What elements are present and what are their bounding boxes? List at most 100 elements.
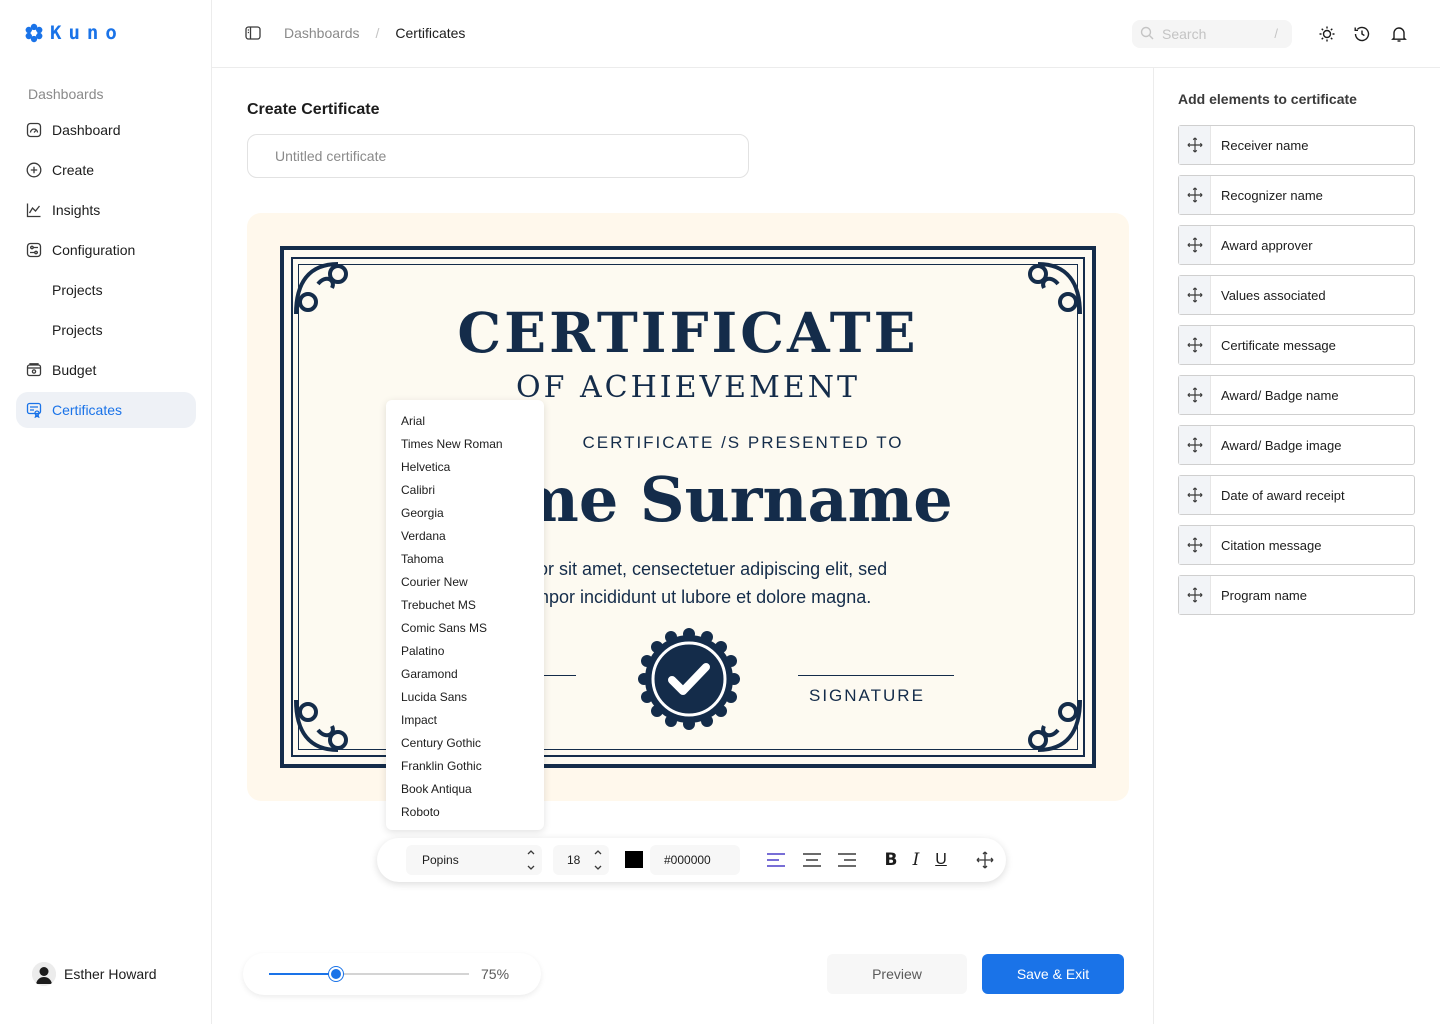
breadcrumb-dashboards[interactable]: Dashboards: [284, 25, 360, 41]
align-center-icon[interactable]: [801, 849, 823, 871]
brand-name: Kuno: [50, 22, 124, 44]
font-option[interactable]: Georgia: [386, 502, 544, 525]
sidebar-item-label: Insights: [52, 202, 101, 218]
element-item[interactable]: Program name: [1178, 575, 1415, 615]
drag-handle-icon[interactable]: [1179, 376, 1211, 414]
font-option[interactable]: Courier New: [386, 571, 544, 594]
align-left-icon[interactable]: [765, 849, 787, 871]
drag-handle-icon[interactable]: [1179, 426, 1211, 464]
drag-handle-icon[interactable]: [1179, 526, 1211, 564]
sidebar-item-configuration[interactable]: Configuration: [16, 232, 196, 268]
sidebar-toggle-icon[interactable]: [244, 24, 262, 47]
plus-circle-icon: [24, 160, 44, 180]
signature-label[interactable]: SIGNATURE: [809, 686, 925, 706]
search-shortcut: /: [1274, 26, 1278, 41]
search-input[interactable]: Search /: [1132, 20, 1292, 48]
font-option[interactable]: Times New Roman: [386, 433, 544, 456]
zoom-slider-thumb[interactable]: [328, 967, 343, 981]
drag-handle-icon[interactable]: [1179, 176, 1211, 214]
breadcrumb-separator: /: [375, 25, 380, 41]
sidebar-item-projects[interactable]: Projects: [16, 272, 196, 308]
drag-handle-icon[interactable]: [1179, 476, 1211, 514]
bold-button[interactable]: B: [880, 849, 902, 871]
element-item[interactable]: Values associated: [1178, 275, 1415, 315]
sun-icon[interactable]: [1317, 24, 1337, 44]
zoom-value: 75%: [481, 966, 510, 982]
element-item[interactable]: Award approver: [1178, 225, 1415, 265]
user-name: Esther Howard: [64, 966, 157, 982]
drag-handle-icon[interactable]: [1179, 326, 1211, 364]
history-icon[interactable]: [1352, 24, 1372, 44]
element-item[interactable]: Citation message: [1178, 525, 1415, 565]
sidebar: Kuno Dashboards Dashboard Create Insight…: [0, 0, 212, 1024]
font-option[interactable]: Verdana: [386, 525, 544, 548]
chevron-down-icon[interactable]: [526, 864, 536, 872]
font-option[interactable]: Impact: [386, 709, 544, 732]
user-profile[interactable]: Esther Howard: [32, 962, 157, 986]
font-option[interactable]: Book Antiqua: [386, 778, 544, 801]
align-right-icon[interactable]: [836, 849, 858, 871]
font-option[interactable]: Trebuchet MS: [386, 594, 544, 617]
certificate-message-line: empor incididunt ut lubore et dolore mag…: [524, 587, 872, 607]
color-hex-input[interactable]: #000000: [650, 845, 740, 875]
chevron-up-icon[interactable]: [526, 848, 536, 856]
sidebar-item-label: Configuration: [52, 242, 136, 258]
font-option[interactable]: Garamond: [386, 663, 544, 686]
sidebar-item-label: Dashboard: [52, 122, 121, 138]
element-item[interactable]: Award/ Badge image: [1178, 425, 1415, 465]
font-option[interactable]: Comic Sans MS: [386, 617, 544, 640]
italic-button[interactable]: I: [905, 849, 927, 871]
element-item-label: Values associated: [1221, 287, 1326, 303]
drag-handle-icon[interactable]: [1179, 126, 1211, 164]
sidebar-nav: Dashboard Create Insights Configuration …: [16, 112, 196, 432]
sidebar-item-create[interactable]: Create: [16, 152, 196, 188]
sidebar-item-label: Projects: [52, 322, 103, 338]
element-item-label: Receiver name: [1221, 137, 1309, 153]
sidebar-item-budget[interactable]: Budget: [16, 352, 196, 388]
drag-handle-icon[interactable]: [1179, 276, 1211, 314]
sidebar-item-insights[interactable]: Insights: [16, 192, 196, 228]
drag-handle-icon[interactable]: [1179, 226, 1211, 264]
font-option[interactable]: Arial: [386, 410, 544, 433]
drag-handle-icon[interactable]: [1179, 576, 1211, 614]
bell-icon[interactable]: [1389, 24, 1409, 44]
font-family-select[interactable]: Popins: [406, 845, 542, 875]
font-option[interactable]: Lucida Sans: [386, 686, 544, 709]
element-item[interactable]: Award/ Badge name: [1178, 375, 1415, 415]
font-family-value: Popins: [422, 853, 459, 867]
font-option[interactable]: Franklin Gothic: [386, 755, 544, 778]
sidebar-item-certificates[interactable]: Certificates: [16, 392, 196, 428]
zoom-slider[interactable]: [269, 967, 469, 981]
element-item[interactable]: Recognizer name: [1178, 175, 1415, 215]
font-option[interactable]: Palatino: [386, 640, 544, 663]
certificate-canvas[interactable]: CERTIFICATE OF ACHIEVEMENT CERTIFICATE /…: [247, 213, 1129, 801]
chevron-down-icon[interactable]: [593, 864, 603, 872]
brand-logo[interactable]: Kuno: [24, 22, 124, 44]
font-option[interactable]: Calibri: [386, 479, 544, 502]
element-item-label: Program name: [1221, 587, 1307, 603]
color-swatch[interactable]: [625, 851, 643, 868]
element-item[interactable]: Date of award receipt: [1178, 475, 1415, 515]
preview-button[interactable]: Preview: [827, 954, 967, 994]
chevron-up-icon[interactable]: [593, 848, 603, 856]
seal-check-icon[interactable]: [637, 627, 741, 731]
font-option[interactable]: Tahoma: [386, 548, 544, 571]
font-size-stepper[interactable]: 18: [553, 845, 609, 875]
certificate-name-input[interactable]: [247, 134, 749, 178]
signature-line: [798, 675, 954, 676]
element-item[interactable]: Certificate message: [1178, 325, 1415, 365]
underline-button[interactable]: U: [930, 849, 952, 871]
save-exit-button[interactable]: Save & Exit: [982, 954, 1124, 994]
element-item[interactable]: Receiver name: [1178, 125, 1415, 165]
sidebar-item-dashboard[interactable]: Dashboard: [16, 112, 196, 148]
font-option[interactable]: Helvetica: [386, 456, 544, 479]
move-icon[interactable]: [974, 849, 996, 871]
nav-section-label: Dashboards: [28, 86, 104, 102]
sliders-icon: [24, 240, 44, 260]
font-option[interactable]: Century Gothic: [386, 732, 544, 755]
snowflake-logo-icon: [25, 23, 43, 43]
element-item-label: Award/ Badge image: [1221, 437, 1342, 453]
sidebar-item-projects-2[interactable]: Projects: [16, 312, 196, 348]
font-option[interactable]: Roboto: [386, 801, 544, 824]
certificate-heading[interactable]: CERTIFICATE: [284, 300, 1092, 365]
